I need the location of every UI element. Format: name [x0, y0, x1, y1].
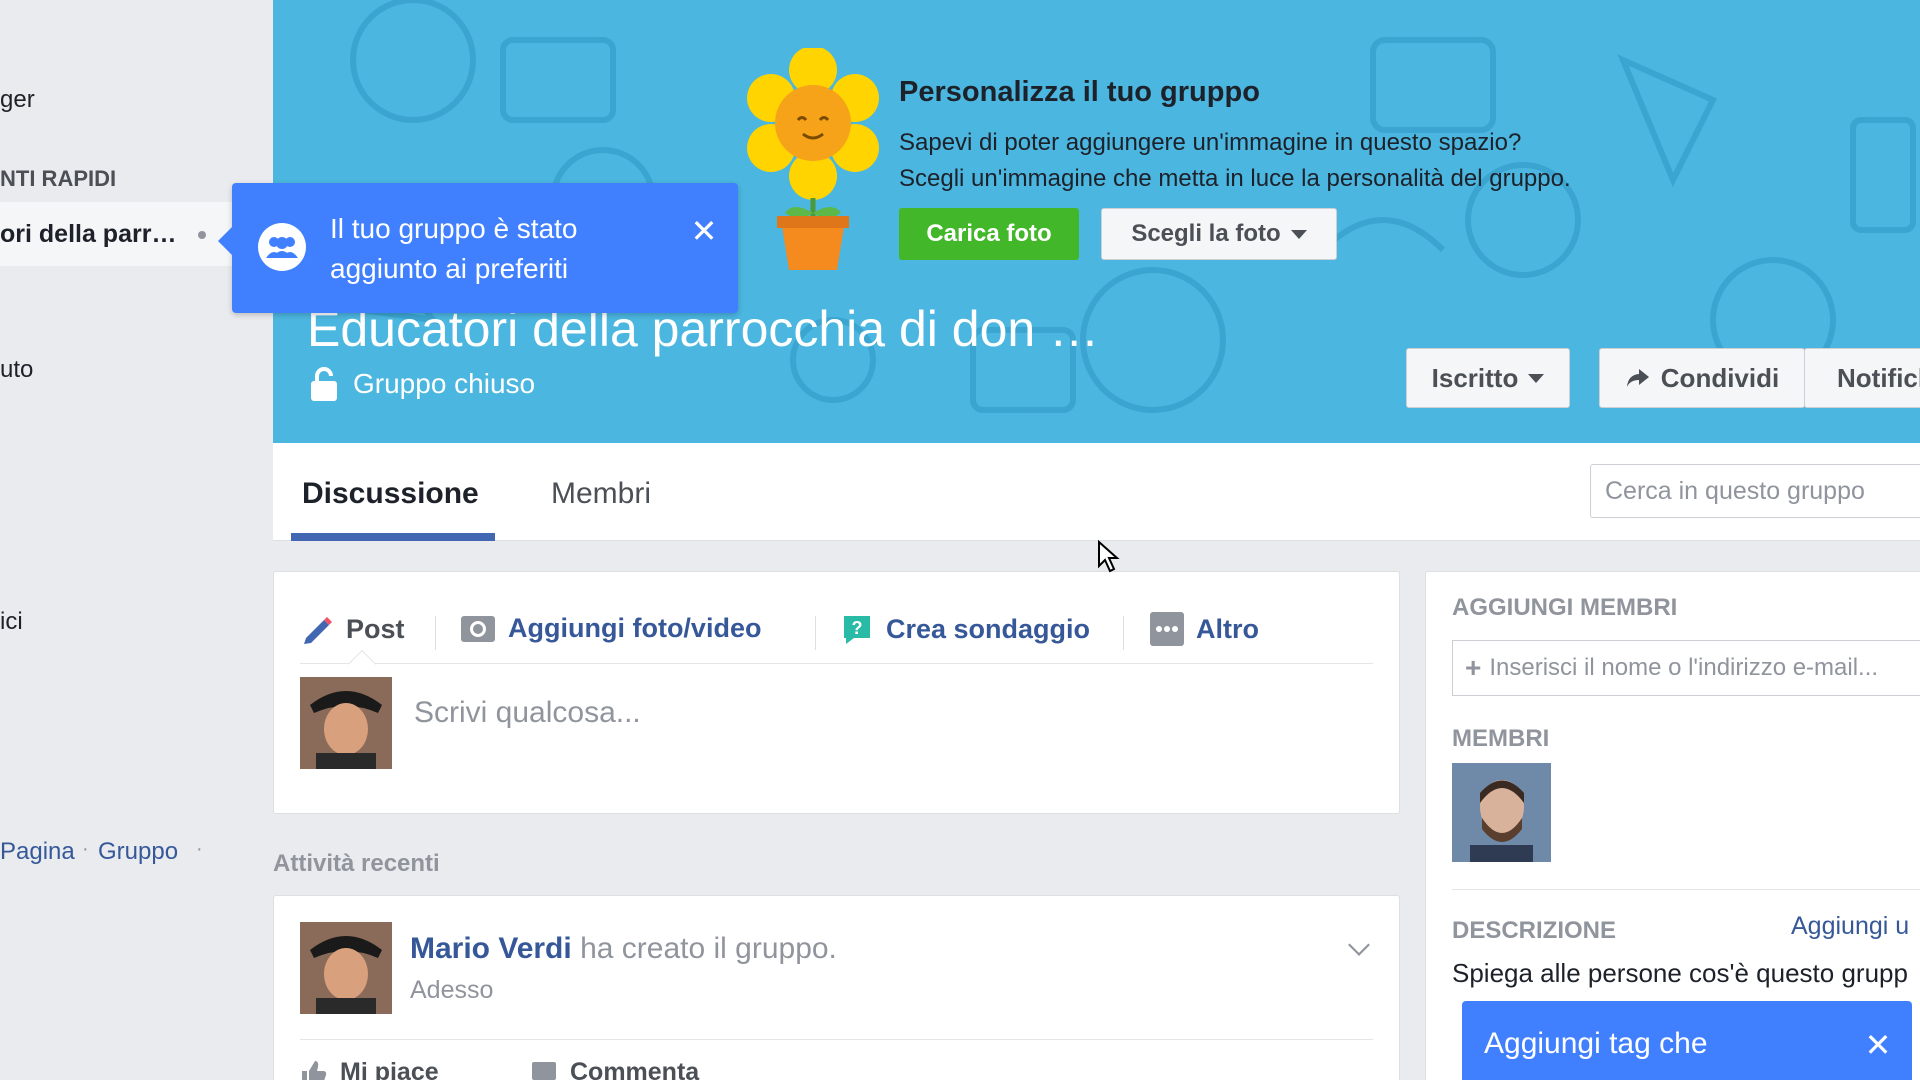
- avatar[interactable]: [300, 677, 392, 769]
- choose-photo-label: Scegli la foto: [1131, 220, 1281, 247]
- create-group-link[interactable]: Gruppo: [98, 838, 178, 866]
- group-privacy: Gruppo chiuso: [309, 367, 535, 401]
- group-privacy-label: Gruppo chiuso: [353, 368, 536, 399]
- composer-tab-poll-label: Crea sondaggio: [886, 613, 1091, 644]
- members-header: MEMBRI: [1452, 725, 1550, 752]
- add-tags-tooltip: Aggiungi tag che ✕: [1462, 1001, 1912, 1080]
- plus-icon: +: [1465, 652, 1482, 683]
- like-button[interactable]: Mi piace: [300, 1058, 439, 1080]
- favorites-tooltip: Il tuo gruppo è stato aggiunto ai prefer…: [218, 183, 738, 313]
- composer-tab-photo-video[interactable]: Aggiungi foto/video: [460, 612, 761, 644]
- group-tab-bar: Discussione Membri: [273, 443, 1920, 541]
- notifications-label: Notifiche: [1837, 362, 1920, 393]
- svg-text:?: ?: [852, 618, 863, 638]
- caret-down-icon: [1290, 229, 1307, 239]
- favorites-tooltip-text: Il tuo gruppo è stato aggiunto ai prefer…: [330, 213, 578, 284]
- add-description-link[interactable]: Aggiungi u: [1791, 912, 1909, 941]
- camera-icon: [461, 616, 495, 642]
- cover-promo-line-2: Scegli un'immagine che metta in luce la …: [899, 165, 1571, 192]
- group-search-input[interactable]: [1590, 464, 1920, 518]
- like-label: Mi piace: [340, 1058, 439, 1080]
- composer-tab-more-label: Altro: [1196, 613, 1259, 644]
- post-author-link[interactable]: Mario Verdi: [410, 932, 572, 965]
- composer-tabs: Post Aggiungi foto/video ? Crea sondaggi…: [300, 594, 1373, 679]
- footer-separator: ·: [82, 838, 89, 860]
- sidebar-item-4[interactable]: ici: [0, 608, 23, 636]
- post-timestamp[interactable]: Adesso: [410, 976, 493, 1005]
- close-icon[interactable]: ✕: [682, 209, 726, 253]
- composer-tab-pointer: [347, 649, 377, 679]
- recent-activity-label: Attività recenti: [273, 850, 440, 877]
- post-composer: Post Aggiungi foto/video ? Crea sondaggi…: [273, 571, 1400, 814]
- tab-discussion[interactable]: Discussione: [302, 477, 479, 511]
- footer-separator: ·: [196, 838, 203, 860]
- composer-tab-poll[interactable]: ? Crea sondaggio: [840, 612, 1090, 646]
- joined-button[interactable]: Iscritto: [1406, 348, 1570, 408]
- comment-button[interactable]: Commenta: [530, 1058, 699, 1080]
- sidebar-item-3[interactable]: uto: [0, 356, 33, 384]
- tab-members[interactable]: Membri: [551, 477, 651, 511]
- sidebar-item-messenger[interactable]: ger: [0, 86, 35, 114]
- group-post: Mario Verdi ha creato il gruppo. Adesso …: [273, 895, 1400, 1080]
- left-sidebar: ger NTI RAPIDI ori della parr… uto ici P…: [0, 0, 273, 1080]
- sidebar-section-shortcuts: NTI RAPIDI: [0, 166, 117, 191]
- choose-photo-button[interactable]: Scegli la foto: [1101, 208, 1337, 260]
- mouse-cursor-icon: [1098, 540, 1120, 573]
- flower-illustration-icon: [747, 48, 879, 270]
- share-button[interactable]: Condividi: [1599, 348, 1805, 408]
- upload-photo-button[interactable]: Carica foto: [899, 208, 1079, 260]
- comment-label: Commenta: [570, 1058, 700, 1080]
- add-members-input[interactable]: + Inserisci il nome o l'indirizzo e-mail…: [1452, 640, 1920, 696]
- thumbs-up-icon: [302, 1060, 327, 1080]
- composer-input[interactable]: Scrivi qualcosa...: [414, 696, 1314, 730]
- create-page-link[interactable]: Pagina: [0, 838, 75, 866]
- description-text: Spiega alle persone cos'è questo grupp: [1452, 958, 1908, 988]
- chevron-down-icon[interactable]: [1348, 934, 1370, 956]
- composer-tab-photo-video-label: Aggiungi foto/video: [508, 612, 762, 643]
- composer-divider: [815, 616, 816, 650]
- member-avatar[interactable]: [1452, 763, 1551, 862]
- post-action-text: ha creato il gruppo.: [580, 932, 837, 965]
- comment-icon: [532, 1061, 556, 1080]
- group-people-icon: [258, 223, 306, 271]
- composer-divider: [1123, 616, 1124, 650]
- post-header: Mario Verdi ha creato il gruppo.: [410, 932, 837, 966]
- share-label: Condividi: [1660, 362, 1780, 393]
- cover-promo-title: Personalizza il tuo gruppo: [899, 76, 1260, 108]
- composer-divider: [435, 616, 436, 650]
- share-arrow-icon: [1626, 369, 1649, 387]
- caret-down-icon: [1528, 373, 1545, 383]
- description-header: DESCRIZIONE: [1452, 917, 1617, 944]
- more-dots-icon: [1150, 612, 1184, 646]
- add-members-placeholder: Inserisci il nome o l'indirizzo e-mail..…: [1489, 654, 1879, 681]
- cover-promo-line-1: Sapevi di poter aggiungere un'immagine i…: [899, 129, 1522, 156]
- composer-tab-post[interactable]: Post: [300, 612, 405, 646]
- add-members-header: AGGIUNGI MEMBRI: [1452, 594, 1678, 621]
- pencil-icon: [304, 617, 332, 644]
- avatar[interactable]: [300, 922, 392, 1014]
- tooltip-arrow: [218, 227, 232, 255]
- right-column-divider: [1452, 889, 1920, 890]
- active-tab-indicator: [291, 533, 495, 541]
- close-icon[interactable]: ✕: [1856, 1023, 1900, 1067]
- sidebar-item-group[interactable]: ori della parr…: [0, 220, 176, 249]
- unlock-icon: [311, 367, 337, 401]
- post-divider: [300, 1039, 1373, 1040]
- joined-label: Iscritto: [1431, 362, 1519, 393]
- sidebar-item-dot-icon: [198, 231, 206, 239]
- notifications-button[interactable]: Notifiche: [1804, 348, 1920, 408]
- composer-tab-post-label: Post: [346, 613, 405, 644]
- add-tags-tooltip-text: Aggiungi tag che: [1484, 1027, 1708, 1060]
- poll-question-icon: ?: [844, 616, 870, 644]
- composer-tab-more[interactable]: Altro: [1150, 612, 1259, 646]
